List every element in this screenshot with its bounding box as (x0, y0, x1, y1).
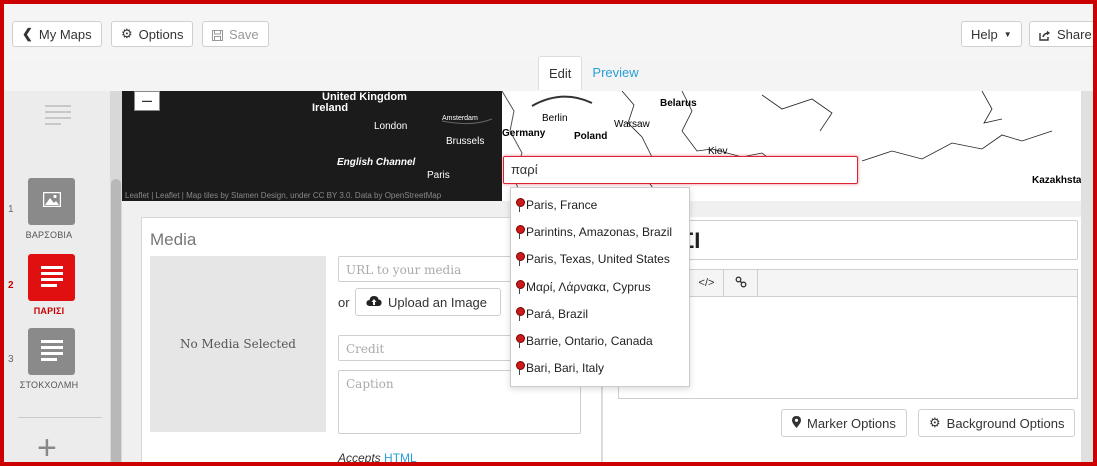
media-credit-input[interactable]: Credit (338, 335, 513, 361)
map-label: English Channel (337, 157, 416, 168)
or-label: or (338, 295, 350, 310)
location-search-results: Paris, France Parintins, Amazonas, Brazi… (510, 187, 690, 387)
slide-thumbnail (28, 178, 75, 225)
map-label: London (374, 121, 408, 132)
map-label: Ireland (312, 102, 349, 114)
media-url-input[interactable]: URL to your media (338, 256, 513, 282)
map-pin-icon (515, 361, 525, 375)
link-button[interactable] (724, 269, 758, 297)
share-icon (1039, 27, 1051, 42)
search-result[interactable]: Parintins, Amazonas, Brazil (511, 219, 689, 245)
html-code-toggle[interactable]: </> (690, 269, 724, 297)
map-label: Poland (574, 131, 608, 142)
media-preview: No Media Selected (150, 256, 326, 432)
search-result[interactable]: Barrie, Ontario, Canada (511, 328, 689, 354)
caret-down-icon: ▼ (1003, 29, 1012, 39)
map-label: Belarus (660, 98, 697, 109)
background-options-button[interactable]: ⚙ Background Options (918, 409, 1076, 437)
editor-scrollbar[interactable] (1081, 91, 1093, 462)
image-icon (42, 191, 61, 212)
slide-list-scroll-thumb[interactable] (111, 179, 121, 462)
map-pin-icon (515, 252, 525, 266)
map-pin-icon (515, 307, 525, 321)
gear-icon: ⚙ (121, 26, 133, 41)
link-icon (735, 276, 747, 291)
top-toolbar: ❮ My Maps ⚙ Options Save Help ▼ Share (4, 4, 1093, 60)
slide-thumbnail (28, 254, 75, 301)
slide-thumbnail (28, 328, 75, 375)
accepts-note: Accepts HTML (338, 451, 417, 465)
title-slide-icon[interactable] (45, 105, 71, 129)
map-label: Kazakhstan (1032, 175, 1088, 186)
map-label: Berlin (542, 113, 568, 124)
map-pin-icon (515, 280, 525, 294)
search-result[interactable]: Bari, Bari, Italy (511, 355, 689, 381)
text-lines-icon (40, 339, 63, 364)
chevron-left-icon: ❮ (22, 26, 33, 41)
zoom-out-button[interactable]: – (134, 91, 160, 111)
map-marker-icon (792, 415, 801, 431)
map-pin-icon (515, 334, 525, 348)
upload-image-button[interactable]: Upload an Image (355, 288, 501, 316)
map-label: Amsterdam (442, 115, 478, 122)
location-search-input[interactable]: παρί (503, 156, 858, 184)
tab-preview[interactable]: Preview (582, 56, 648, 90)
search-result[interactable]: Μαρί, Λάρνακα, Cyprus (511, 274, 689, 300)
map-view[interactable]: – United Kingdom Ireland London Amsterda… (122, 91, 1093, 201)
floppy-disk-icon (212, 27, 223, 42)
map-label: Paris (427, 170, 450, 181)
search-result[interactable]: Pará, Brazil (511, 301, 689, 327)
slide-list-divider (18, 417, 102, 418)
search-result[interactable]: Paris, France (511, 192, 689, 218)
help-dropdown[interactable]: Help ▼ (961, 21, 1022, 47)
text-lines-icon (40, 265, 63, 290)
gear-icon: ⚙ (929, 415, 941, 430)
share-button[interactable]: Share (1029, 21, 1093, 47)
search-result[interactable]: Paris, Texas, United States (511, 246, 689, 272)
media-heading: Media (150, 230, 197, 249)
map-label: Warsaw (614, 119, 650, 130)
map-label: Germany (502, 128, 546, 139)
accepts-html-link[interactable]: HTML (384, 451, 417, 462)
cloud-upload-icon (366, 295, 382, 310)
edit-preview-tabs: Edit Preview (538, 56, 649, 90)
marker-options-button[interactable]: Marker Options (781, 409, 907, 437)
map-label: Brussels (446, 136, 485, 147)
add-slide-button[interactable]: + (37, 429, 57, 462)
map-pin-icon (515, 225, 525, 239)
save-button[interactable]: Save (202, 21, 269, 47)
tab-edit[interactable]: Edit (538, 56, 583, 90)
map-attribution: Leaflet | Leaflet | Map tiles by Stamen … (125, 191, 442, 200)
app-frame: ❮ My Maps ⚙ Options Save Help ▼ Share Ed… (0, 0, 1097, 466)
options-button[interactable]: ⚙ Options (111, 21, 194, 47)
map-borders (441, 91, 1053, 201)
my-maps-button[interactable]: ❮ My Maps (12, 21, 102, 47)
map-pin-icon (515, 198, 525, 212)
